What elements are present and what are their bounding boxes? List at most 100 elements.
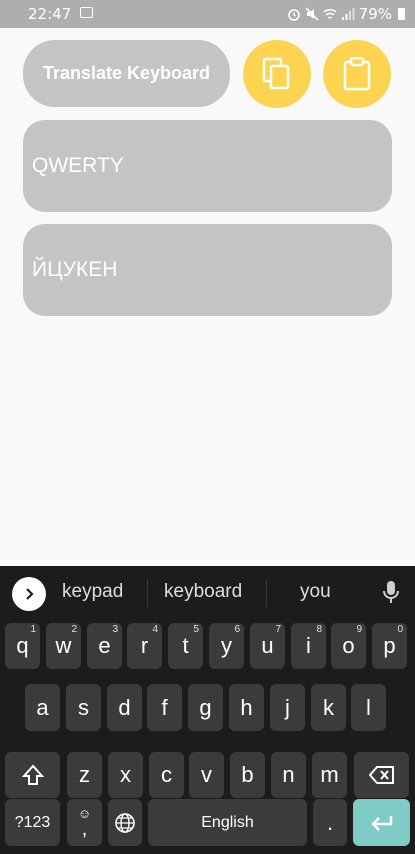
key-hint: 2: [71, 624, 77, 635]
suggestion-3[interactable]: you: [300, 581, 331, 603]
app-title[interactable]: Translate Keyboard: [23, 40, 230, 107]
backspace-icon: [368, 766, 394, 784]
battery-icon: [398, 8, 405, 20]
enter-arrow-icon: [370, 815, 392, 831]
key-w[interactable]: w2: [46, 623, 81, 669]
key-label: w: [55, 633, 72, 658]
key-s[interactable]: s: [66, 684, 101, 731]
key-c[interactable]: c: [149, 752, 184, 798]
space-bar[interactable]: English: [148, 799, 307, 846]
paste-button[interactable]: [323, 40, 391, 108]
key-label: v: [201, 762, 212, 787]
globe-icon: [115, 812, 135, 833]
status-time: 22:47: [28, 5, 72, 23]
status-icons: 79%: [287, 5, 405, 23]
gallery-notification-icon: [80, 7, 93, 18]
language-key[interactable]: [108, 799, 142, 846]
battery-percent: 79%: [358, 5, 392, 23]
key-hint: 0: [397, 624, 403, 635]
key-e[interactable]: e3: [87, 623, 122, 669]
key-label: h: [240, 694, 253, 720]
key-label: n: [282, 762, 295, 787]
key-r[interactable]: r4: [127, 623, 162, 669]
key-label: u: [261, 633, 274, 658]
key-v[interactable]: v: [189, 752, 224, 798]
mute-icon: [305, 7, 319, 21]
copy-icon: [262, 57, 290, 90]
shift-arrow-icon: [21, 764, 44, 785]
wifi-icon: [323, 8, 337, 19]
key-hint: 1: [30, 624, 36, 635]
key-label: z: [79, 762, 90, 787]
key-y[interactable]: y6: [209, 623, 244, 669]
key-l[interactable]: l: [351, 684, 386, 731]
key-label: i: [306, 633, 311, 658]
key-label: m: [320, 762, 339, 787]
key-label: b: [241, 762, 254, 787]
key-k[interactable]: k: [311, 684, 346, 731]
key-label: q: [16, 633, 29, 658]
key-hint: 6: [234, 624, 240, 635]
symbols-key[interactable]: ?123: [5, 799, 60, 846]
suggestion-divider: [266, 579, 267, 607]
microphone-icon[interactable]: [383, 580, 399, 604]
key-label: y: [221, 633, 232, 658]
key-hint: 9: [356, 624, 362, 635]
backspace-key[interactable]: [354, 752, 409, 798]
suggestion-divider: [147, 579, 148, 607]
key-label: t: [182, 633, 189, 658]
key-p[interactable]: p0: [372, 623, 407, 669]
signal-icon: [341, 8, 355, 20]
key-g[interactable]: g: [188, 684, 223, 731]
key-label: e: [98, 633, 111, 658]
app-content: Translate Keyboard QWERTY ЙЦУКЕН: [0, 28, 415, 566]
key-z[interactable]: z: [67, 752, 102, 798]
expand-toolbar-button[interactable]: [12, 577, 46, 611]
key-label: r: [140, 633, 149, 658]
key-m[interactable]: m: [312, 752, 347, 798]
key-d[interactable]: d: [107, 684, 142, 731]
alarm-icon: [287, 9, 300, 21]
key-label: o: [342, 633, 355, 658]
shift-key[interactable]: [5, 752, 60, 798]
key-b[interactable]: b: [230, 752, 265, 798]
key-label: g: [199, 694, 212, 720]
suggestion-strip: keypad keyboard you: [0, 566, 415, 618]
chevron-right-icon: [26, 588, 34, 600]
period-key[interactable]: .: [313, 799, 347, 846]
key-label: c: [161, 762, 172, 787]
key-o[interactable]: o9: [331, 623, 366, 669]
key-h[interactable]: h: [229, 684, 264, 731]
key-i[interactable]: i8: [291, 623, 326, 669]
key-label: k: [323, 694, 334, 720]
layout-jcuken-card[interactable]: ЙЦУКЕН: [23, 224, 392, 316]
suggestion-1[interactable]: keypad: [62, 581, 123, 603]
key-j[interactable]: j: [270, 684, 305, 731]
key-label: x: [120, 762, 131, 787]
layout-qwerty-card[interactable]: QWERTY: [23, 120, 392, 212]
key-a[interactable]: a: [25, 684, 60, 731]
suggestion-2[interactable]: keyboard: [164, 581, 242, 603]
key-q[interactable]: q1: [5, 623, 40, 669]
keyboard: keypad keyboard you ?123 ☺ , English . q…: [0, 566, 415, 854]
key-n[interactable]: n: [271, 752, 306, 798]
key-u[interactable]: u7: [250, 623, 285, 669]
key-hint: 4: [152, 624, 158, 635]
key-t[interactable]: t5: [168, 623, 203, 669]
key-label: j: [285, 694, 290, 720]
key-hint: 7: [275, 624, 281, 635]
enter-key[interactable]: [353, 799, 410, 846]
emoji-comma-key[interactable]: ☺ ,: [67, 799, 102, 846]
key-hint: 3: [112, 624, 118, 635]
key-x[interactable]: x: [108, 752, 143, 798]
key-label: d: [118, 694, 131, 720]
clipboard-icon: [343, 57, 371, 91]
copy-button[interactable]: [243, 40, 311, 108]
key-hint: 5: [193, 624, 199, 635]
key-label: s: [78, 694, 89, 720]
key-label: a: [36, 694, 49, 720]
comma-label: ,: [81, 818, 88, 840]
key-f[interactable]: f: [147, 684, 182, 731]
key-label: l: [366, 694, 371, 720]
status-bar: 22:47 79%: [0, 0, 415, 28]
